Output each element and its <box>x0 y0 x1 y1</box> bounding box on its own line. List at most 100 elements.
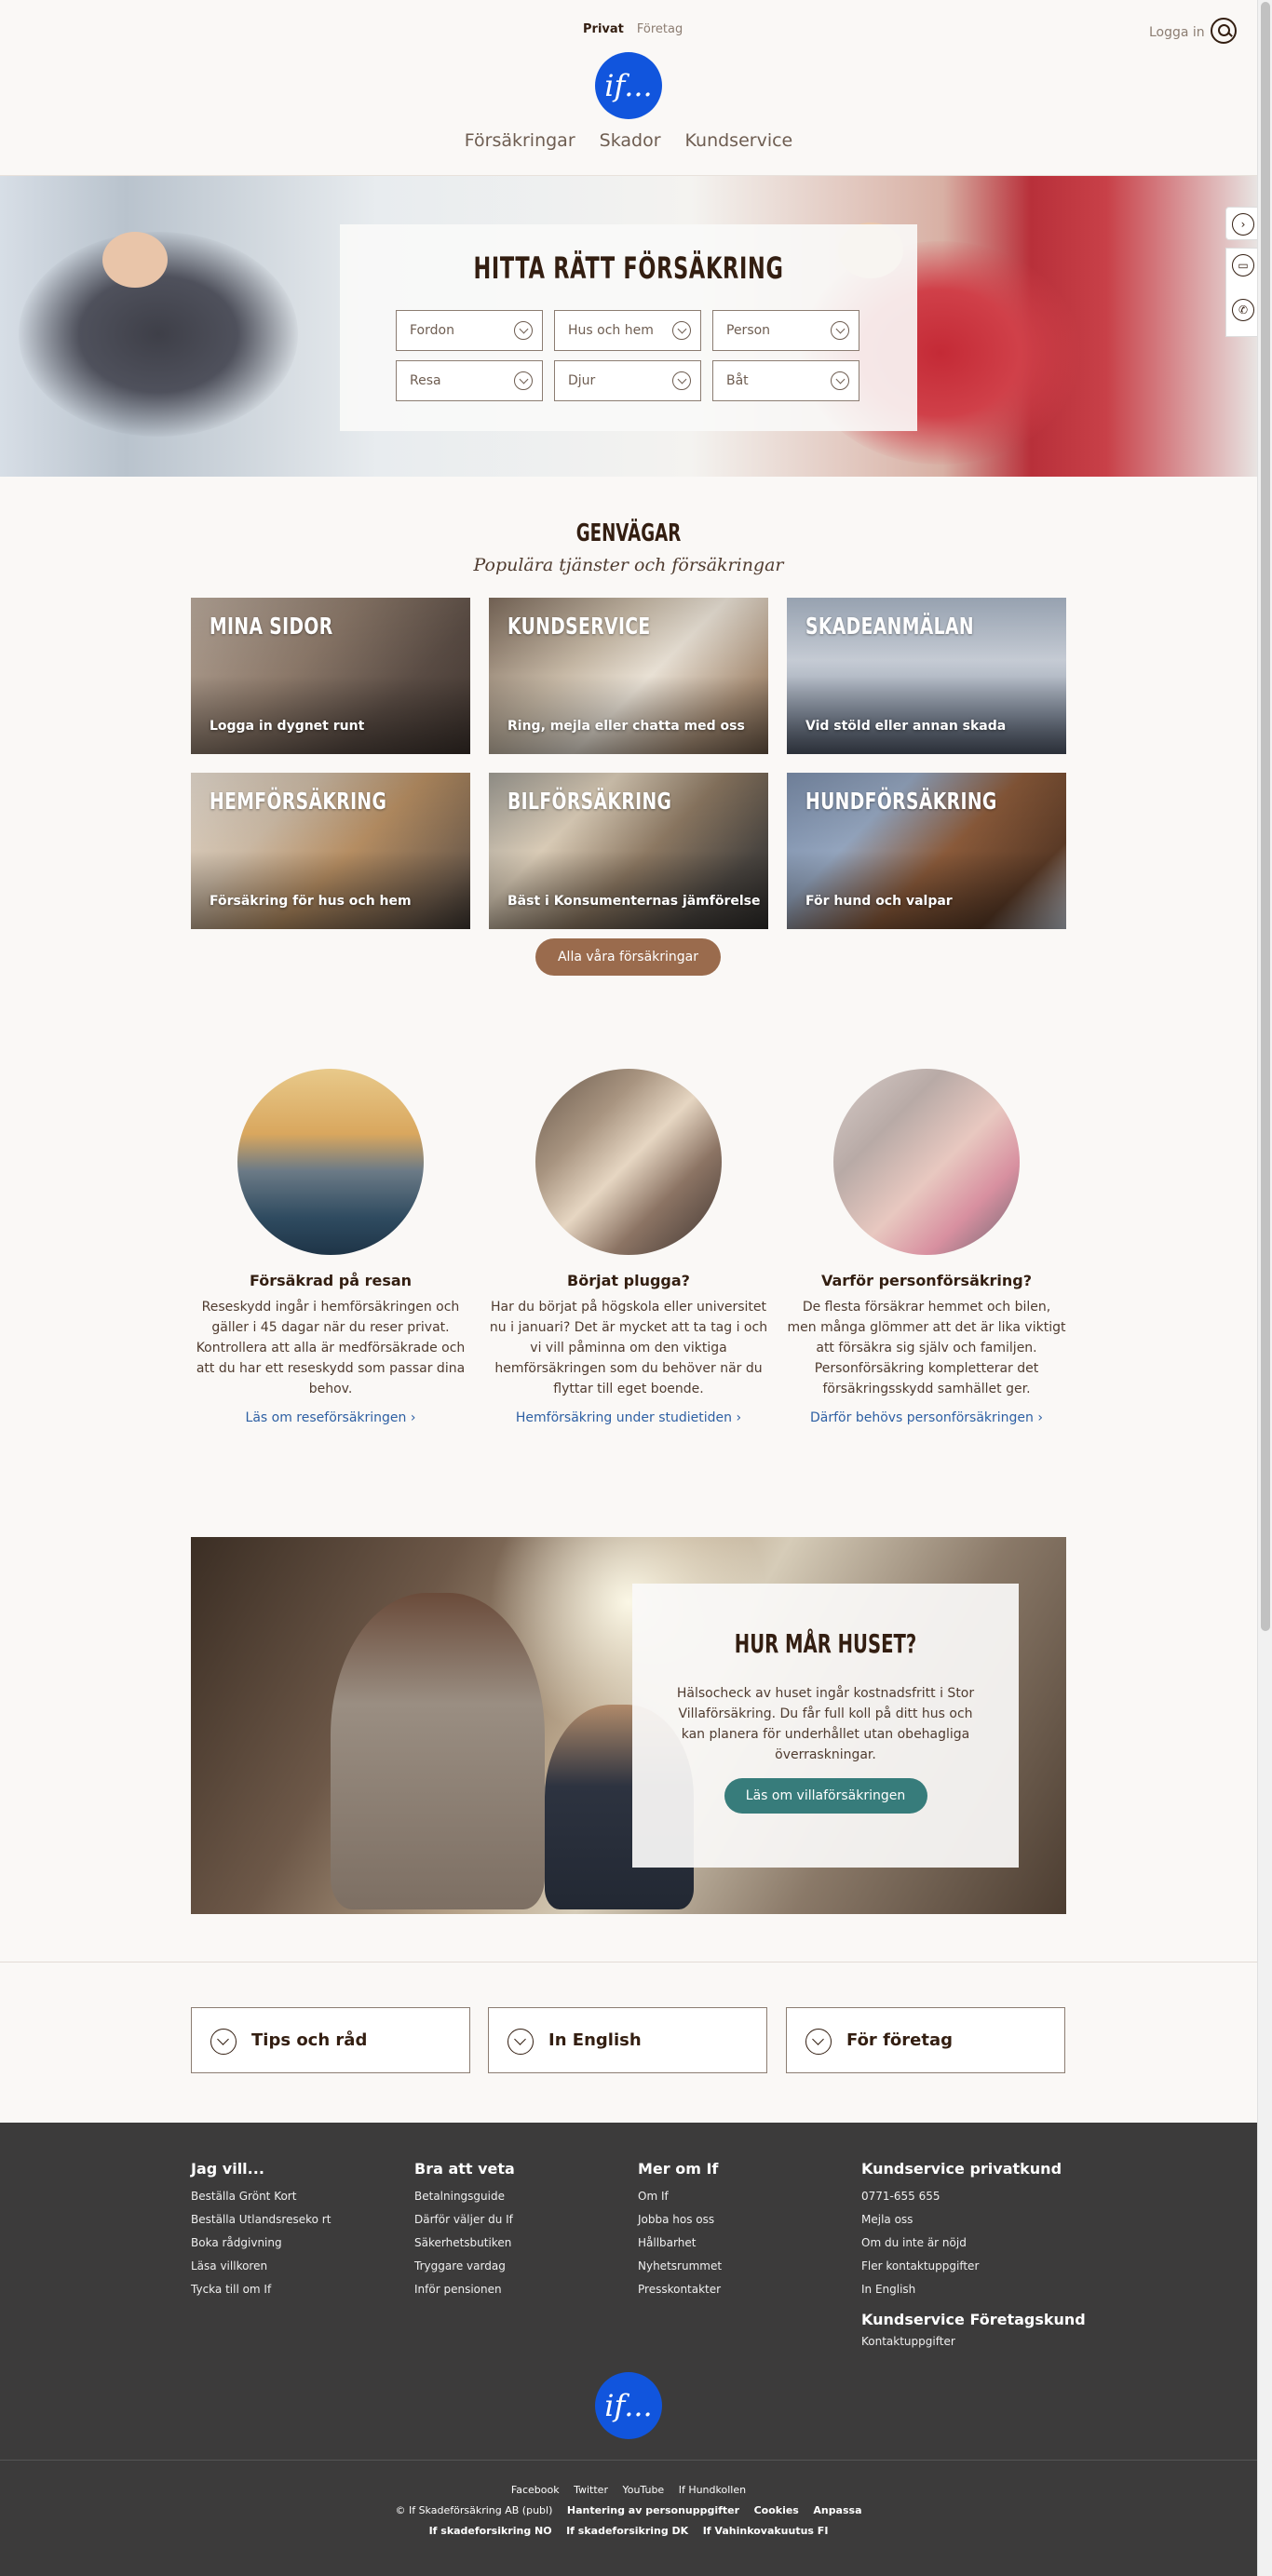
promo-text: Hälsocheck av huset ingår kostnadsfritt … <box>676 1686 975 1762</box>
card-claim-report[interactable]: SKADEANMÄLAN Vid stöld eller annan skada <box>787 598 1066 754</box>
chevron-down-icon <box>210 2029 237 2055</box>
if-logo[interactable]: if... <box>595 52 662 119</box>
footer-link[interactable]: Kontaktuppgifter <box>861 2330 1086 2353</box>
country-fi[interactable]: If Vahinkovakuutus FI <box>703 2525 829 2537</box>
footer-col-about: Mer om If Om If Jobba hos oss Hållbarhet… <box>638 2160 722 2301</box>
footer-link[interactable]: Beställa Utlandsreseko rt <box>191 2208 331 2232</box>
select-person[interactable]: Person <box>712 310 859 351</box>
accordion-title: Tips och råd <box>251 2030 368 2050</box>
card-subtitle: Logga in dygnet runt <box>210 719 365 734</box>
footer-link[interactable]: Därför väljer du If <box>414 2208 515 2232</box>
select-vehicle[interactable]: Fordon <box>396 310 543 351</box>
select-animal[interactable]: Djur <box>554 360 701 401</box>
footer-link[interactable]: Betalningsguide <box>414 2185 515 2208</box>
nav-customer-service[interactable]: Kundservice <box>685 130 793 151</box>
footer-if-logo[interactable]: if... <box>595 2372 662 2439</box>
country-dk[interactable]: If skadeforsikring DK <box>566 2525 688 2537</box>
legal-customize[interactable]: Anpassa <box>813 2504 861 2516</box>
card-car-insurance[interactable]: BILFÖRSÄKRING Bäst i Konsumenternas jämf… <box>489 773 768 929</box>
accordion-tips[interactable]: Tips och råd <box>191 2007 470 2073</box>
footer-link[interactable]: Läsa villkoren <box>191 2255 331 2278</box>
select-label: Båt <box>726 373 749 388</box>
segment-business-link[interactable]: Företag <box>637 22 683 36</box>
footer-link[interactable]: Hållbarhet <box>638 2232 722 2255</box>
legal-cookies[interactable]: Cookies <box>754 2504 799 2516</box>
footer-link[interactable]: Om If <box>638 2185 722 2208</box>
card-customer-service[interactable]: KUNDSERVICE Ring, mejla eller chatta med… <box>489 598 768 754</box>
footer-link[interactable]: Om du inte är nöjd <box>861 2232 1086 2255</box>
card-title: KUNDSERVICE <box>507 613 651 640</box>
promo-mother <box>331 1593 545 1909</box>
footer-business-title: Kundservice Företagskund <box>861 2311 1086 2328</box>
hero-face-left <box>102 232 168 288</box>
phone-icon[interactable]: ✆ <box>1232 299 1254 321</box>
chevron-right-icon: › <box>736 1410 742 1425</box>
accordion-business[interactable]: För företag <box>786 2007 1065 2073</box>
login-link[interactable]: Logga in <box>1149 25 1205 40</box>
footer-col-good-to-know: Bra att veta Betalningsguide Därför välj… <box>414 2160 515 2301</box>
feature-link-label: Därför behövs personförsäkringen <box>810 1410 1034 1425</box>
card-title: BILFÖRSÄKRING <box>507 788 672 815</box>
nav-claims[interactable]: Skador <box>600 130 661 151</box>
feature-title: Varför personförsäkring? <box>820 1272 1032 1289</box>
footer-link[interactable]: Fler kontaktuppgifter <box>861 2255 1086 2278</box>
villa-insurance-button[interactable]: Läs om villaförsäkringen <box>724 1778 927 1814</box>
segment-private-link[interactable]: Privat <box>583 22 624 36</box>
footer-link[interactable]: Säkerhetsbutiken <box>414 2232 515 2255</box>
footer-link[interactable]: Jobba hos oss <box>638 2208 722 2232</box>
promo-title: HUR MÅR HUSET? <box>734 1628 917 1659</box>
select-label: Djur <box>568 373 596 388</box>
footer-link[interactable]: Beställa Grönt Kort <box>191 2185 331 2208</box>
select-travel[interactable]: Resa <box>396 360 543 401</box>
accordion-title: In English <box>548 2030 642 2050</box>
search-icon[interactable] <box>1211 18 1237 44</box>
select-label: Person <box>726 323 771 338</box>
social-facebook[interactable]: Facebook <box>511 2484 560 2496</box>
feature-link[interactable]: Läs om reseförsäkringen › <box>246 1410 416 1425</box>
feature-text: Har du börjat på högskola eller universi… <box>489 1300 768 1396</box>
footer-link[interactable]: Tycka till om If <box>191 2278 331 2301</box>
card-dog-insurance[interactable]: HUNDFÖRSÄKRING För hund och valpar <box>787 773 1066 929</box>
footer-link[interactable]: Tryggare vardag <box>414 2255 515 2278</box>
footer-link[interactable]: 0771-655 655 <box>861 2185 1086 2208</box>
copyright: © If Skadeförsäkring AB (publ) <box>395 2504 553 2516</box>
footer-link[interactable]: Inför pensionen <box>414 2278 515 2301</box>
footer-col-want: Jag vill... Beställa Grönt Kort Beställa… <box>191 2160 331 2301</box>
feature-image-study <box>535 1069 722 1255</box>
feature-title: Försäkrad på resan <box>249 1272 413 1289</box>
site-header: Privat Företag Logga in if... Försäkring… <box>0 0 1257 176</box>
feature-link[interactable]: Därför behövs personförsäkringen › <box>810 1410 1043 1425</box>
nav-insurances[interactable]: Försäkringar <box>465 130 575 151</box>
select-home[interactable]: Hus och hem <box>554 310 701 351</box>
select-boat[interactable]: Båt <box>712 360 859 401</box>
social-twitter[interactable]: Twitter <box>574 2484 608 2496</box>
footer-link[interactable]: Presskontakter <box>638 2278 722 2301</box>
card-subtitle: Försäkring för hus och hem <box>210 894 412 909</box>
segment-switch: Privat Företag <box>583 22 683 36</box>
page-scrollbar[interactable] <box>1257 0 1272 2576</box>
card-subtitle: Ring, mejla eller chatta med oss <box>507 719 745 734</box>
select-label: Resa <box>410 373 441 388</box>
footer-link[interactable]: In English <box>861 2278 1086 2301</box>
social-hundkollen[interactable]: If Hundkollen <box>679 2484 746 2496</box>
country-no[interactable]: If skadeforsikring NO <box>429 2525 552 2537</box>
footer-link[interactable]: Boka rådgivning <box>191 2232 331 2255</box>
card-my-pages[interactable]: MINA SIDOR Logga in dygnet runt <box>191 598 470 754</box>
card-home-insurance[interactable]: HEMFÖRSÄKRING Försäkring för hus och hem <box>191 773 470 929</box>
accordion-english[interactable]: In English <box>488 2007 767 2073</box>
select-label: Hus och hem <box>568 323 654 338</box>
shortcuts-title: GENVÄGAR <box>575 519 682 547</box>
footer-link[interactable]: Mejla oss <box>861 2208 1086 2232</box>
chat-icon[interactable]: ▭ <box>1232 254 1254 276</box>
feature-image-travel <box>237 1069 424 1255</box>
feature-link[interactable]: Hemförsäkring under studietiden › <box>516 1410 741 1425</box>
social-youtube[interactable]: YouTube <box>622 2484 664 2496</box>
side-toggle[interactable]: › <box>1225 207 1259 240</box>
side-contact-panel: ▭ ✆ <box>1225 248 1259 337</box>
hero-title: HITTA RÄTT FÖRSÄKRING <box>473 250 784 286</box>
feature-study: Börjat plugga? Har du börjat på högskola… <box>489 1069 768 1425</box>
legal-privacy[interactable]: Hantering av personuppgifter <box>567 2504 739 2516</box>
all-insurances-button[interactable]: Alla våra försäkringar <box>535 938 721 976</box>
footer-link[interactable]: Nyhetsrummet <box>638 2255 722 2278</box>
scrollbar-thumb[interactable] <box>1261 2 1270 1631</box>
